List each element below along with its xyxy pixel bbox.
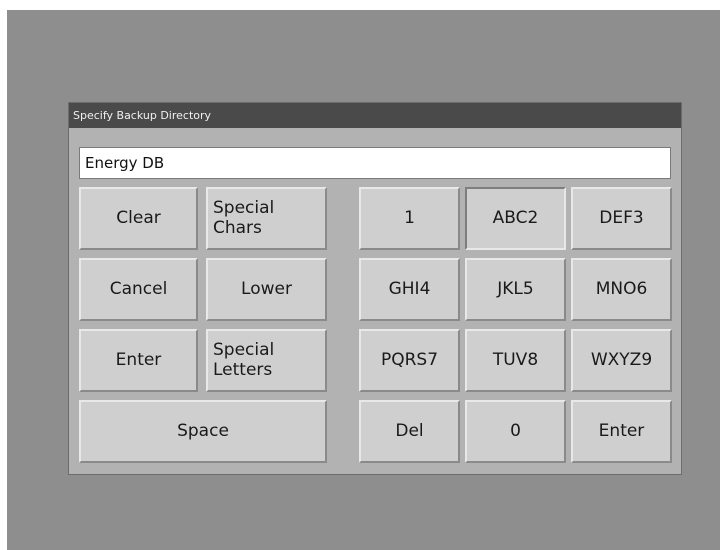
special-chars-button-label: Special Chars bbox=[213, 197, 275, 238]
space-button-label: Space bbox=[177, 420, 229, 441]
key-1-label: 1 bbox=[404, 207, 415, 228]
key-wxyz9[interactable]: WXYZ9 bbox=[571, 329, 672, 392]
clear-button-label: Clear bbox=[116, 207, 161, 228]
key-mno6[interactable]: MNO6 bbox=[571, 258, 672, 321]
directory-name-input[interactable]: Energy DB bbox=[79, 147, 671, 179]
key-wxyz9-label: WXYZ9 bbox=[590, 349, 653, 370]
dialog-titlebar: Specify Backup Directory bbox=[69, 103, 681, 128]
enter-button-right[interactable]: Enter bbox=[571, 400, 672, 463]
key-abc2[interactable]: ABC2 bbox=[465, 187, 566, 250]
delete-button-label: Del bbox=[395, 420, 424, 441]
key-0[interactable]: 0 bbox=[465, 400, 566, 463]
key-def3[interactable]: DEF3 bbox=[571, 187, 672, 250]
delete-button[interactable]: Del bbox=[359, 400, 460, 463]
key-ghi4-label: GHI4 bbox=[388, 278, 431, 299]
enter-button-left[interactable]: Enter bbox=[79, 329, 198, 392]
special-chars-line2: Chars bbox=[213, 217, 262, 238]
special-letters-button[interactable]: Special Letters bbox=[206, 329, 327, 392]
cancel-button[interactable]: Cancel bbox=[79, 258, 198, 321]
key-jkl5-label: JKL5 bbox=[497, 278, 534, 299]
key-0-label: 0 bbox=[510, 420, 521, 441]
space-button[interactable]: Space bbox=[79, 400, 327, 463]
enter-button-right-label: Enter bbox=[598, 420, 645, 441]
cancel-button-label: Cancel bbox=[109, 278, 168, 299]
special-letters-button-label: Special Letters bbox=[213, 339, 275, 380]
lower-case-button-label: Lower bbox=[241, 278, 292, 299]
special-letters-line2: Letters bbox=[213, 359, 273, 380]
lower-case-button[interactable]: Lower bbox=[206, 258, 327, 321]
key-ghi4[interactable]: GHI4 bbox=[359, 258, 460, 321]
key-tuv8[interactable]: TUV8 bbox=[465, 329, 566, 392]
key-pqrs7[interactable]: PQRS7 bbox=[359, 329, 460, 392]
special-chars-button[interactable]: Special Chars bbox=[206, 187, 327, 250]
special-letters-line1: Special bbox=[213, 339, 275, 360]
backup-directory-dialog: Specify Backup Directory Energy DB Clear… bbox=[68, 102, 682, 475]
enter-button-left-label: Enter bbox=[115, 349, 162, 370]
key-mno6-label: MNO6 bbox=[595, 278, 648, 299]
key-def3-label: DEF3 bbox=[599, 207, 644, 228]
special-chars-line1: Special bbox=[213, 197, 275, 218]
key-jkl5[interactable]: JKL5 bbox=[465, 258, 566, 321]
clear-button[interactable]: Clear bbox=[79, 187, 198, 250]
key-pqrs7-label: PQRS7 bbox=[380, 349, 439, 370]
key-1[interactable]: 1 bbox=[359, 187, 460, 250]
key-abc2-label: ABC2 bbox=[492, 207, 539, 228]
key-tuv8-label: TUV8 bbox=[492, 349, 539, 370]
